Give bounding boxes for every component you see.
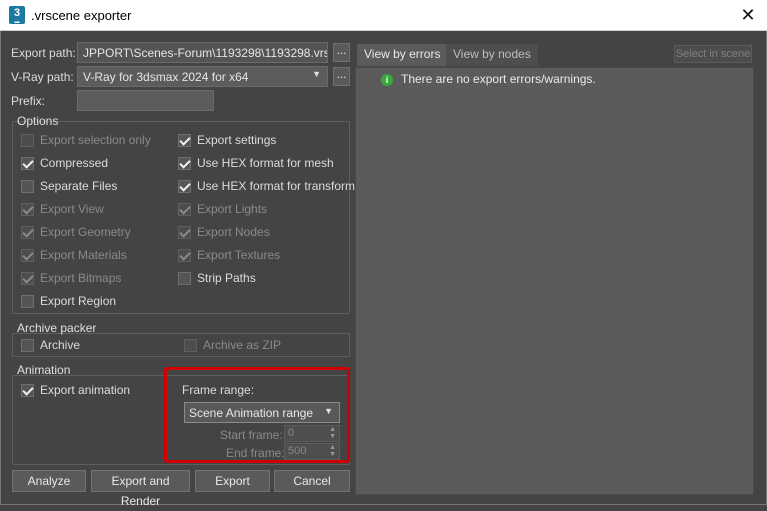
- checkbox-box[interactable]: [178, 133, 191, 147]
- checkbox-box[interactable]: [21, 179, 34, 193]
- select-in-scene-button[interactable]: Select in scene: [674, 45, 752, 63]
- checkbox-box[interactable]: [21, 294, 34, 308]
- prefix-label: Prefix:: [11, 94, 46, 108]
- archive-checkbox-box[interactable]: [21, 338, 34, 352]
- vray-path-value: V-Ray for 3dsmax 2024 for x64: [83, 70, 249, 84]
- end-frame-label: End frame:: [226, 446, 285, 460]
- option-checkbox-left-1[interactable]: Compressed: [21, 155, 108, 171]
- spinner-arrows-icon[interactable]: ▲ ▼: [329, 444, 336, 458]
- checkbox-label: Export selection only: [40, 133, 151, 147]
- frame-range-value: Scene Animation range: [189, 406, 314, 420]
- window-title: .vrscene exporter: [31, 8, 132, 23]
- option-checkbox-right-0[interactable]: Export settings: [178, 132, 276, 148]
- checkbox-label: Compressed: [40, 156, 109, 170]
- animation-group-title: Animation: [17, 363, 71, 377]
- checkbox-label: Export Geometry: [40, 225, 131, 239]
- checkbox-label: Use HEX format for mesh: [197, 156, 334, 170]
- archive-checkbox-label: Archive: [40, 338, 81, 352]
- checkbox-box[interactable]: [21, 248, 34, 262]
- checkbox-box[interactable]: [178, 225, 191, 239]
- checkbox-box[interactable]: [178, 179, 191, 193]
- app-icon: 3 ▬: [9, 6, 25, 25]
- spinner-arrows-icon[interactable]: ▲ ▼: [329, 426, 336, 440]
- checkbox-label: Use HEX format for transform: [197, 179, 356, 193]
- start-frame-label: Start frame:: [220, 428, 283, 442]
- vray-path-label: V-Ray path:: [11, 70, 74, 84]
- checkbox-label: Export Lights: [197, 202, 268, 216]
- cancel-button[interactable]: Cancel: [274, 470, 350, 492]
- checkbox-label: Strip Paths: [197, 271, 256, 285]
- export-animation-checkbox[interactable]: Export animation: [21, 382, 130, 398]
- prefix-input[interactable]: [77, 90, 214, 111]
- analyze-button[interactable]: Analyze: [12, 470, 86, 492]
- dialog-body: Export path: JPPORT\Scenes-Forum\1193298…: [0, 31, 767, 508]
- checkbox-box[interactable]: [178, 248, 191, 262]
- checkbox-box[interactable]: [178, 202, 191, 216]
- checkbox-box[interactable]: [178, 271, 191, 285]
- option-checkbox-left-7[interactable]: Export Region: [21, 293, 116, 309]
- option-checkbox-right-6[interactable]: Strip Paths: [178, 270, 256, 286]
- options-group-title: Options: [17, 114, 59, 128]
- errors-list-panel: i There are no export errors/warnings.: [355, 67, 754, 495]
- checkbox-box[interactable]: [21, 225, 34, 239]
- frame-range-dropdown[interactable]: Scene Animation range ▼: [184, 402, 340, 423]
- checkbox-label: Export settings: [197, 133, 277, 147]
- vray-path-browse-button[interactable]: ...: [333, 67, 350, 86]
- option-checkbox-right-1[interactable]: Use HEX format for mesh: [178, 155, 334, 171]
- tab-view-by-errors[interactable]: View by errors: [357, 44, 448, 66]
- end-frame-spinner[interactable]: 500 ▲ ▼: [284, 443, 340, 460]
- checkbox-label: Export Region: [40, 294, 117, 308]
- end-frame-value: 500: [288, 445, 307, 457]
- checkbox-box[interactable]: [21, 271, 34, 285]
- checkbox-label: Export Textures: [197, 248, 281, 262]
- archive-zip-label: Archive as ZIP: [203, 338, 282, 352]
- title-bar: 3 ▬ .vrscene exporter ✕: [0, 0, 767, 31]
- export-and-render-button[interactable]: Export and Render: [91, 470, 190, 508]
- archive-zip-checkbox-box[interactable]: [184, 338, 197, 352]
- start-frame-value: 0: [288, 427, 295, 439]
- option-checkbox-right-2[interactable]: Use HEX format for transform: [178, 178, 355, 194]
- option-checkbox-right-5[interactable]: Export Textures: [178, 247, 280, 263]
- checkbox-label: Export Nodes: [197, 225, 270, 239]
- option-checkbox-right-3[interactable]: Export Lights: [178, 201, 267, 217]
- checkbox-box[interactable]: [178, 156, 191, 170]
- checkbox-label: Separate Files: [40, 179, 118, 193]
- archive-group-title: Archive packer: [17, 321, 97, 335]
- info-icon: i: [381, 74, 393, 86]
- export-path-browse-button[interactable]: ...: [333, 43, 350, 62]
- archive-zip-checkbox[interactable]: Archive as ZIP: [184, 337, 281, 353]
- close-icon[interactable]: ✕: [737, 5, 759, 27]
- checkbox-box[interactable]: [21, 156, 34, 170]
- frame-range-label: Frame range:: [182, 383, 255, 397]
- export-path-field[interactable]: JPPORT\Scenes-Forum\1193298\1193298.vrsc…: [77, 42, 328, 63]
- export-animation-label: Export animation: [40, 383, 131, 397]
- option-checkbox-left-5[interactable]: Export Materials: [21, 247, 127, 263]
- option-checkbox-left-4[interactable]: Export Geometry: [21, 224, 131, 240]
- checkbox-box[interactable]: [21, 133, 34, 147]
- checkbox-box[interactable]: [21, 202, 34, 216]
- option-checkbox-left-6[interactable]: Export Bitmaps: [21, 270, 121, 286]
- option-checkbox-left-0[interactable]: Export selection only: [21, 132, 151, 148]
- tab-view-by-nodes[interactable]: View by nodes: [446, 44, 538, 66]
- vray-path-dropdown[interactable]: V-Ray for 3dsmax 2024 for x64 ▼: [77, 66, 328, 87]
- archive-checkbox[interactable]: Archive: [21, 337, 80, 353]
- checkbox-label: Export Bitmaps: [40, 271, 122, 285]
- option-checkbox-left-3[interactable]: Export View: [21, 201, 104, 217]
- no-errors-message: There are no export errors/warnings.: [401, 72, 596, 86]
- start-frame-spinner[interactable]: 0 ▲ ▼: [284, 425, 340, 442]
- option-checkbox-right-4[interactable]: Export Nodes: [178, 224, 270, 240]
- export-animation-checkbox-box[interactable]: [21, 383, 34, 397]
- checkbox-label: Export Materials: [40, 248, 127, 262]
- option-checkbox-left-2[interactable]: Separate Files: [21, 178, 117, 194]
- export-button[interactable]: Export: [195, 470, 270, 492]
- checkbox-label: Export View: [40, 202, 104, 216]
- export-path-label: Export path:: [11, 46, 76, 60]
- chevron-down-icon: ▼: [312, 69, 321, 79]
- chevron-down-icon: ▼: [324, 406, 333, 416]
